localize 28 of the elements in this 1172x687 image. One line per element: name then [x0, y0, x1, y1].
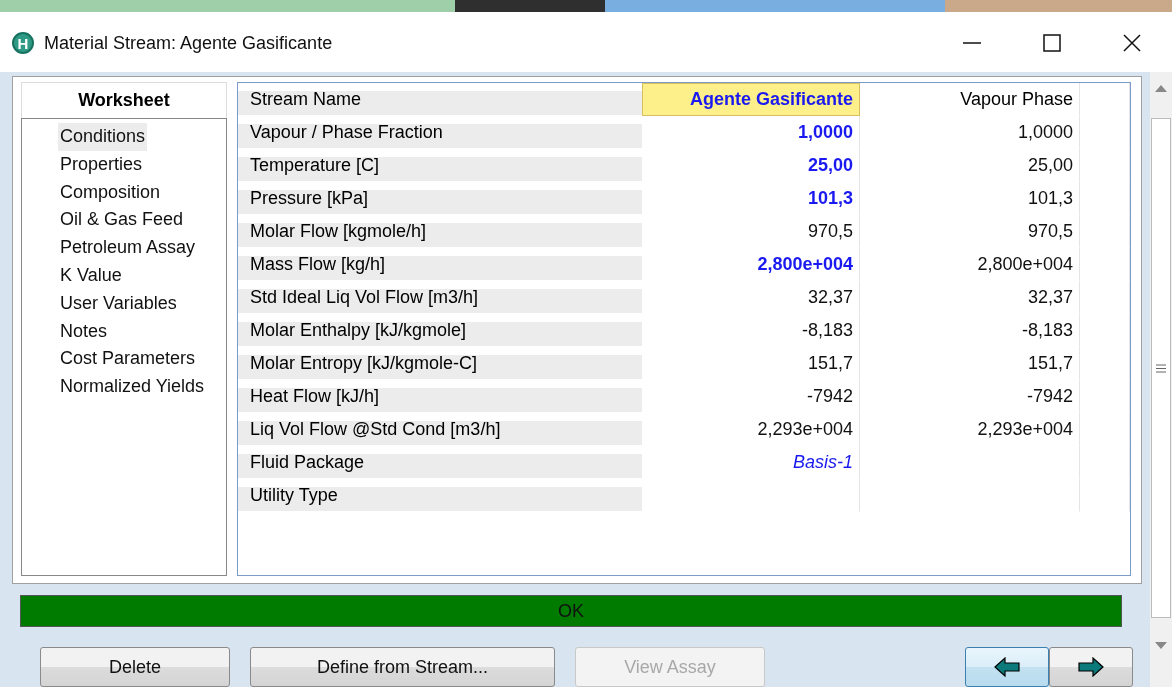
- window-title: Material Stream: Agente Gasificante: [44, 32, 334, 54]
- page-list-item[interactable]: Properties: [58, 150, 145, 179]
- page-list-item[interactable]: K Value: [58, 262, 124, 290]
- worksheet-tab[interactable]: Worksheet: [21, 82, 227, 118]
- previous-button[interactable]: [965, 647, 1049, 687]
- left-arrow-icon: [994, 657, 1020, 677]
- scroll-down-icon[interactable]: [1155, 642, 1167, 650]
- action-button[interactable]: Define from Stream...: [250, 647, 555, 687]
- page-list-item[interactable]: Composition: [58, 178, 163, 207]
- app-logo: H: [12, 32, 34, 54]
- column-header[interactable]: Agente Gasificante: [642, 83, 860, 116]
- page-list-item[interactable]: User Variables: [58, 289, 179, 318]
- close-icon: [1123, 34, 1141, 52]
- page-list-item[interactable]: Petroleum Assay: [58, 234, 198, 262]
- page-list-item[interactable]: Normalized Yields: [58, 373, 207, 401]
- action-button[interactable]: Delete: [40, 647, 230, 687]
- next-button[interactable]: [1049, 647, 1133, 687]
- scrollbar[interactable]: [1150, 72, 1172, 687]
- scroll-thumb[interactable]: [1151, 118, 1171, 618]
- page-list-item[interactable]: Cost Parameters: [58, 345, 198, 374]
- page-list-item[interactable]: Conditions: [58, 123, 148, 151]
- status-bar: OK: [20, 595, 1122, 627]
- scroll-up-icon[interactable]: [1155, 84, 1167, 92]
- maximize-icon: [1043, 34, 1061, 52]
- minimize-icon: [963, 42, 981, 44]
- page-list-item[interactable]: Oil & Gas Feed: [58, 206, 186, 235]
- page-list-item[interactable]: Notes: [58, 317, 110, 346]
- right-arrow-icon: [1078, 657, 1104, 677]
